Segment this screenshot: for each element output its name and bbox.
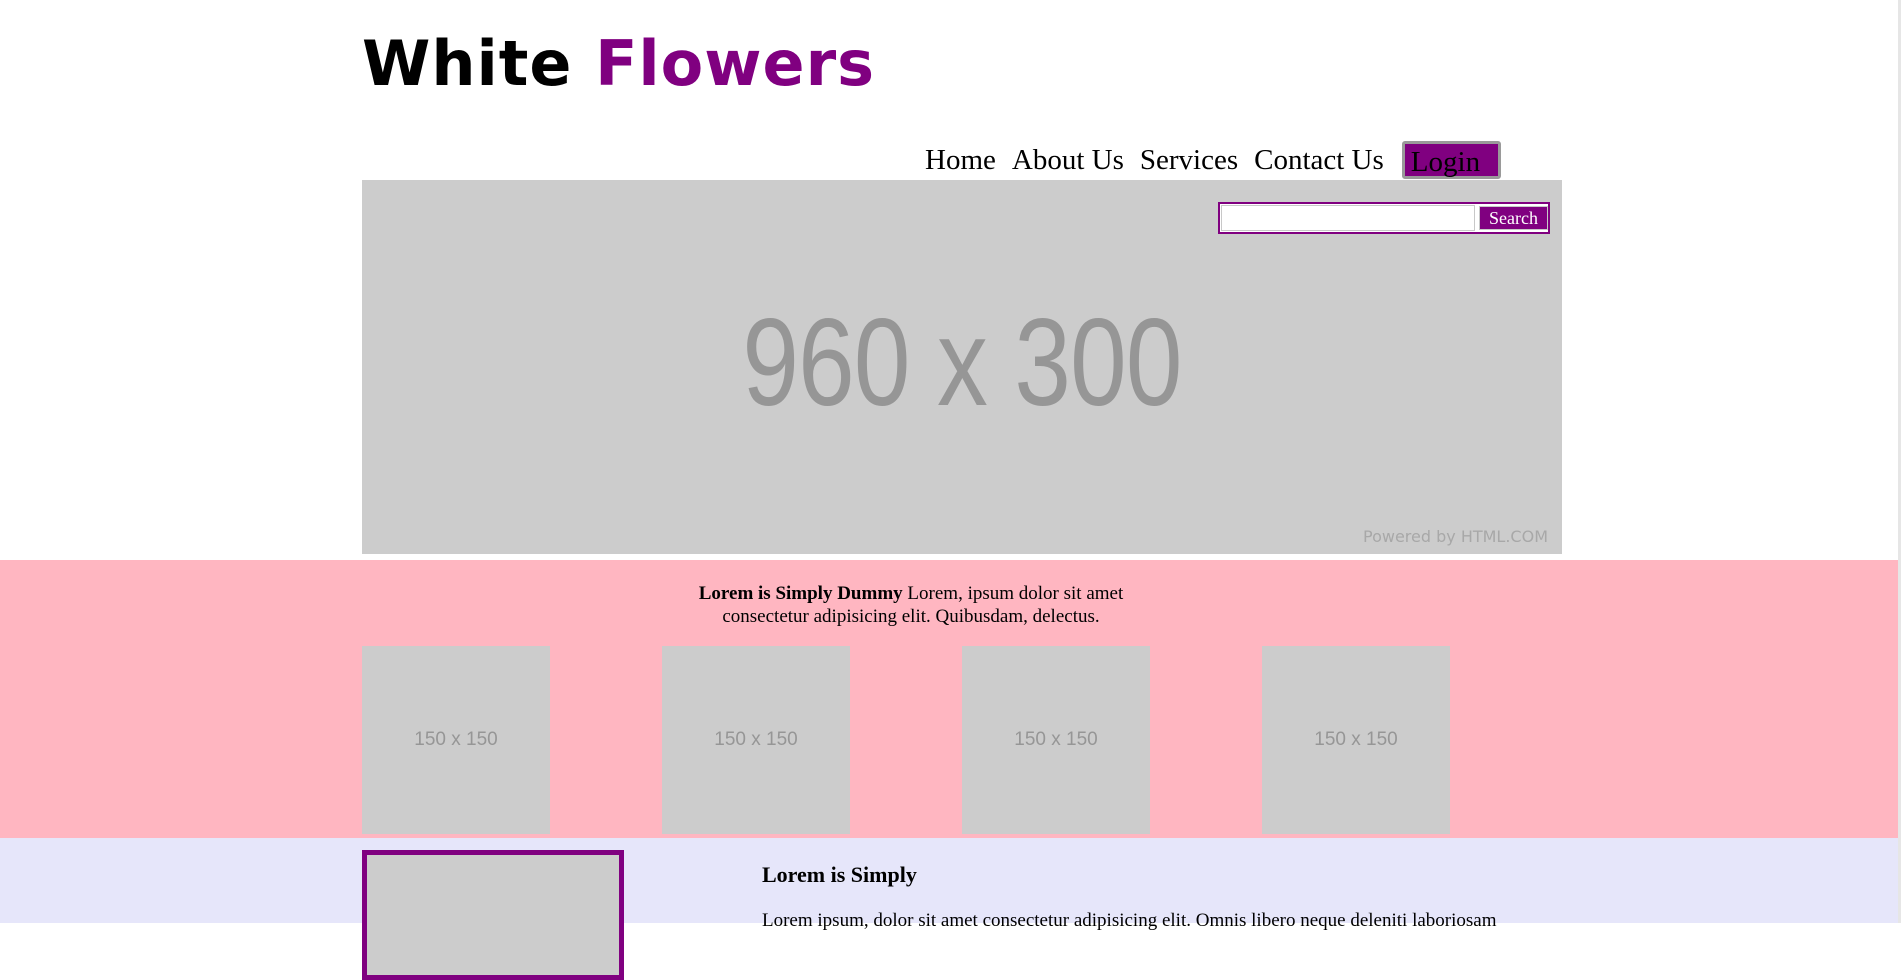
search-form: Search — [1218, 202, 1550, 234]
intro-line2: consectetur adipisicing elit. Quibusdam,… — [722, 606, 1100, 627]
feature-section: Lorem is Simply Lorem ipsum, dolor sit a… — [0, 838, 1898, 980]
search-input[interactable] — [1221, 205, 1476, 231]
thumbnail-image-1: 150 x 150 — [362, 646, 550, 834]
logo-word-flowers: Flowers — [595, 27, 876, 100]
nav-about-us[interactable]: About Us — [1012, 144, 1124, 177]
search-button[interactable]: Search — [1479, 206, 1548, 230]
feature-text: Lorem ipsum, dolor sit amet consectetur … — [762, 910, 1497, 931]
nav-contact-us[interactable]: Contact Us — [1254, 144, 1384, 177]
intro-bold: Lorem is Simply Dummy — [698, 583, 903, 604]
thumbnail-image-4: 150 x 150 — [1262, 646, 1450, 834]
nav-home[interactable]: Home — [925, 144, 996, 177]
login-button[interactable]: Login — [1401, 141, 1502, 179]
feature-image — [362, 850, 624, 980]
thumbnail-image-3: 150 x 150 — [962, 646, 1150, 834]
banner-placeholder-text: 960 x 300 — [742, 294, 1182, 432]
intro-text: Lorem is Simply Dummy Lorem, ipsum dolor… — [0, 582, 1822, 628]
intro-section: Lorem is Simply Dummy Lorem, ipsum dolor… — [0, 560, 1898, 838]
site-logo[interactable]: White Flowers — [362, 20, 875, 108]
banner-powered-by: Powered by HTML.COM — [1363, 527, 1548, 546]
hero-banner-image: 960 x 300 Powered by HTML.COM Search — [362, 180, 1562, 554]
main-nav: Home About Us Services Contact Us Login — [925, 138, 1502, 182]
feature-title: Lorem is Simply — [762, 862, 917, 887]
intro-line1: Lorem, ipsum dolor sit amet — [902, 583, 1124, 604]
nav-services[interactable]: Services — [1140, 144, 1238, 177]
thumbnail-image-2: 150 x 150 — [662, 646, 850, 834]
logo-word-white: White — [362, 27, 573, 100]
